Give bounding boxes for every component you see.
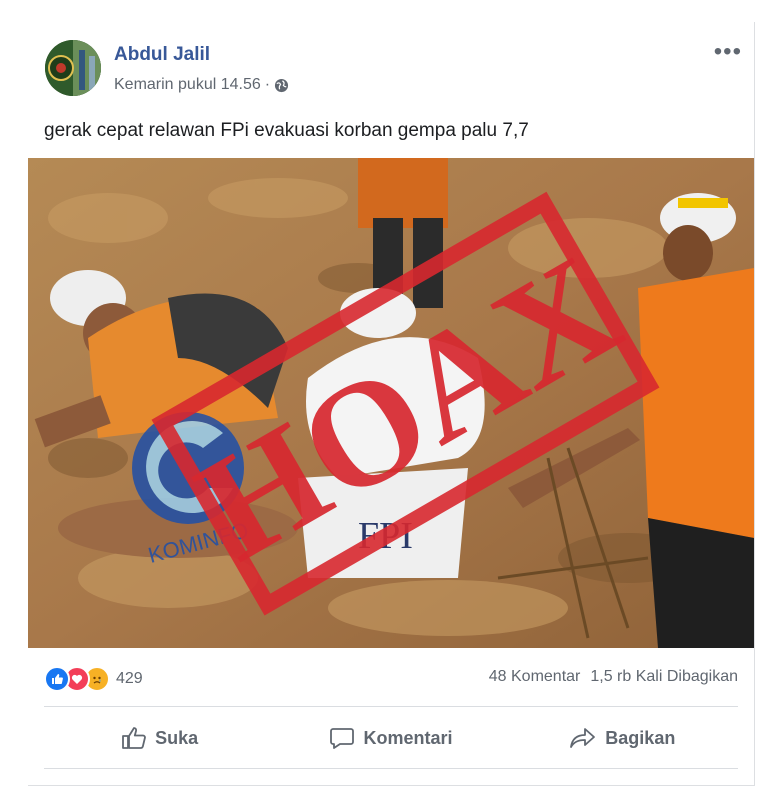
post-timestamp[interactable]: Kemarin pukul 14.56 [114,76,261,94]
post-card: Abdul Jalil Kemarin pukul 14.56 · ••• ge… [28,22,755,786]
comment-button[interactable]: Komentari [275,716,506,760]
post-photo[interactable]: FPI KOMINFO HOAX [28,158,754,648]
author-avatar[interactable] [45,40,101,96]
reaction-count: 429 [116,670,143,687]
divider-top [44,706,738,707]
thumbs-up-icon [122,727,146,749]
comment-count[interactable]: 48 Komentar [489,668,581,686]
like-label: Suka [155,727,199,748]
post-text: gerak cepat relawan FPi evakuasi korban … [44,120,529,141]
comment-label: Komentari [363,727,453,748]
author-name[interactable]: Abdul Jalil [114,44,210,66]
more-options-icon[interactable]: ••• [714,38,742,66]
like-reaction-icon [44,666,70,692]
share-button[interactable]: Bagikan [507,716,738,760]
comment-icon [330,728,355,749]
share-count[interactable]: 1,5 rb Kali Dibagikan [590,668,738,686]
engagement-counts: 48 Komentar 1,5 rb Kali Dibagikan [489,668,738,686]
action-bar: Suka Komentari Bagikan [44,716,738,760]
share-arrow-icon [570,728,596,748]
post-meta: Kemarin pukul 14.56 · [114,76,289,94]
meta-separator: · [264,76,271,93]
share-label: Bagikan [605,727,676,748]
reactions-summary[interactable]: 429 [44,666,143,692]
divider-bottom [44,768,738,769]
globe-icon[interactable] [274,78,289,93]
like-button[interactable]: Suka [44,716,275,760]
